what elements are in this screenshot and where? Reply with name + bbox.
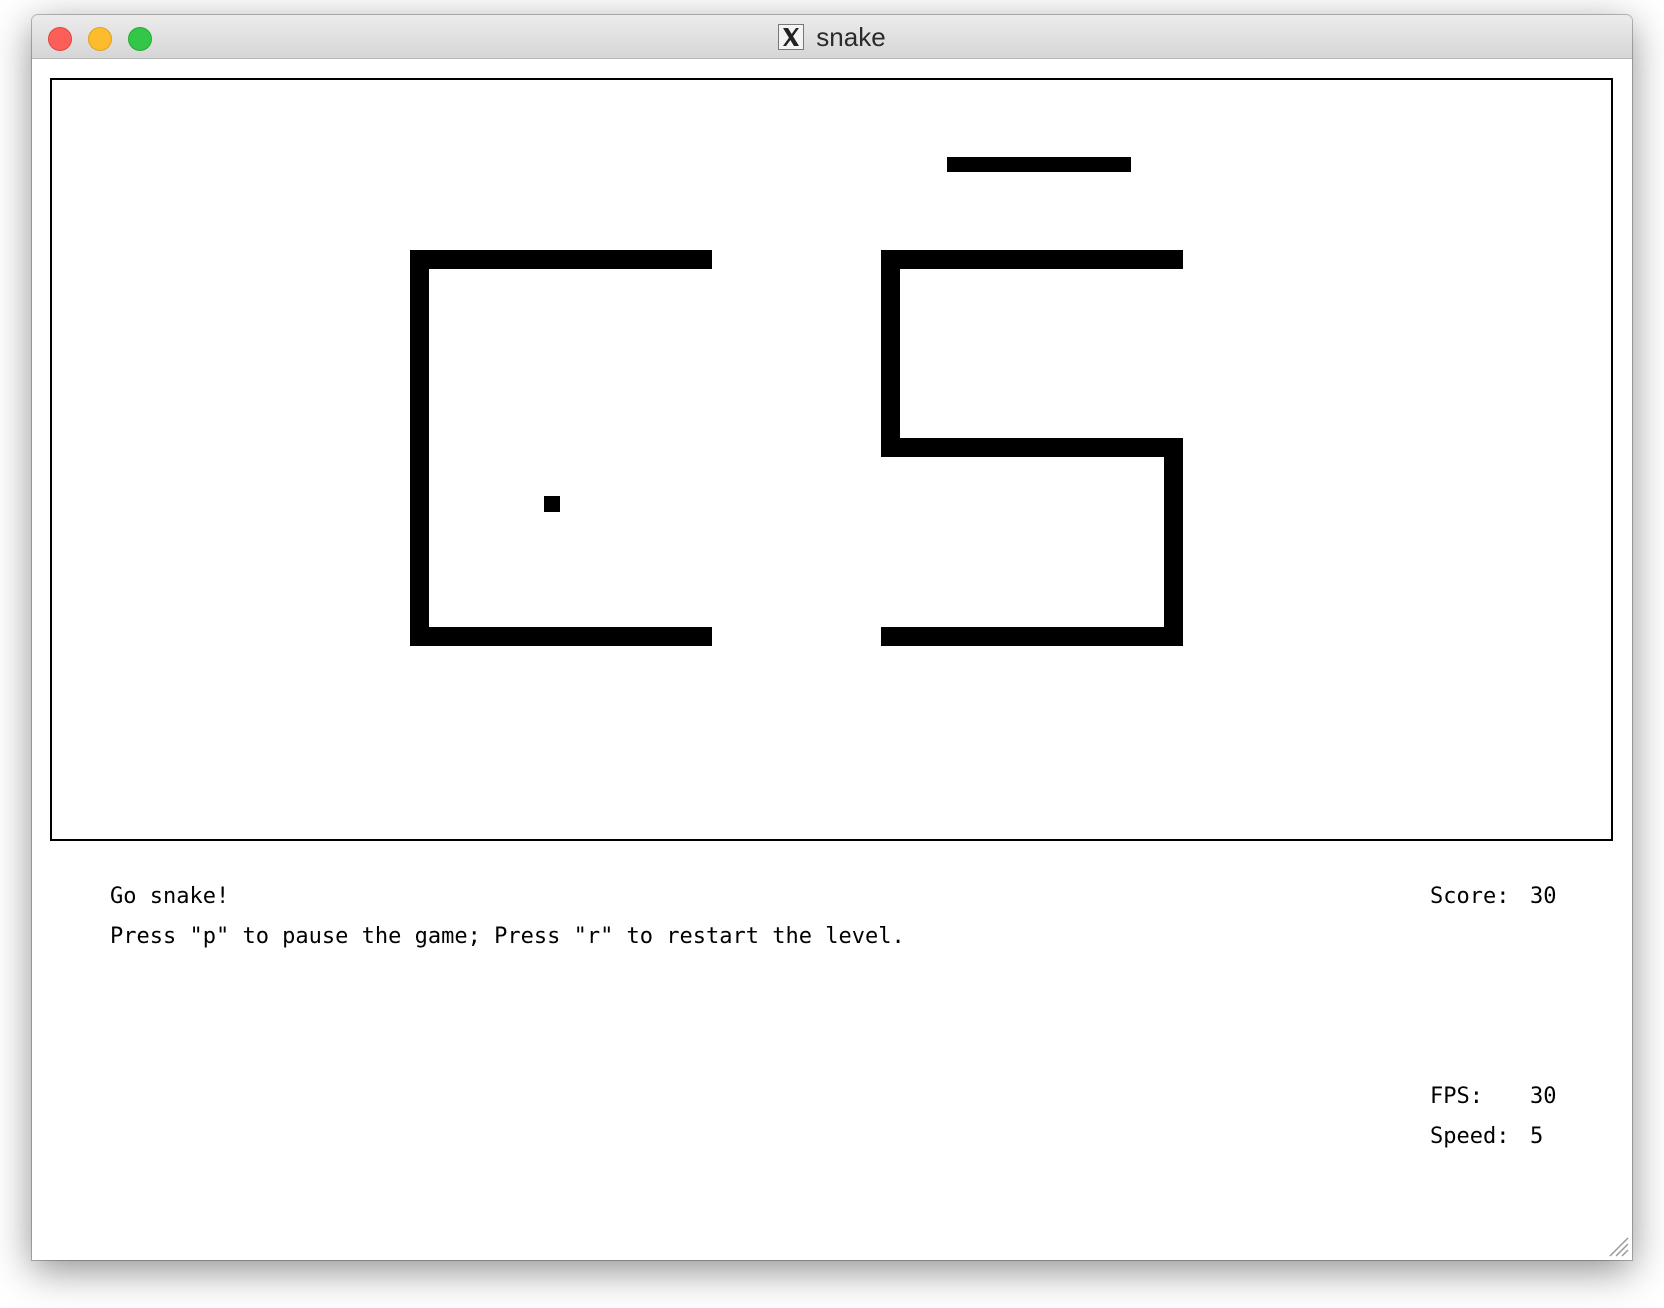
wall-segment: [1164, 438, 1183, 646]
wall-segment: [881, 250, 900, 457]
resize-grip-icon[interactable]: [1602, 1230, 1630, 1258]
wall-segment: [410, 250, 429, 646]
app-window: snake Go snake! Press "p" to pause the g…: [32, 15, 1632, 1260]
wall-segment: [881, 438, 1183, 457]
game-canvas[interactable]: [50, 78, 1613, 841]
status-message: Go snake!: [110, 884, 230, 909]
fps-value: 30: [1530, 1084, 1557, 1109]
score-label: Score:: [1430, 884, 1510, 909]
wall-segment: [410, 250, 712, 269]
wall-segment: [881, 627, 1183, 646]
x11-icon: [778, 24, 805, 50]
instructions-text: Press "p" to pause the game; Press "r" t…: [110, 924, 905, 949]
speed-label: Speed:: [1430, 1124, 1510, 1149]
window-title: snake: [816, 21, 886, 52]
title-bar[interactable]: snake: [32, 15, 1632, 59]
wall-segment: [881, 250, 1183, 269]
fps-label: FPS:: [1430, 1084, 1483, 1109]
food-pellet: [544, 496, 560, 512]
snake-body: [947, 157, 1131, 172]
window-title-group: snake: [32, 15, 1632, 59]
score-value: 30: [1530, 884, 1557, 909]
speed-value: 5: [1530, 1124, 1544, 1149]
wall-segment: [410, 627, 712, 646]
